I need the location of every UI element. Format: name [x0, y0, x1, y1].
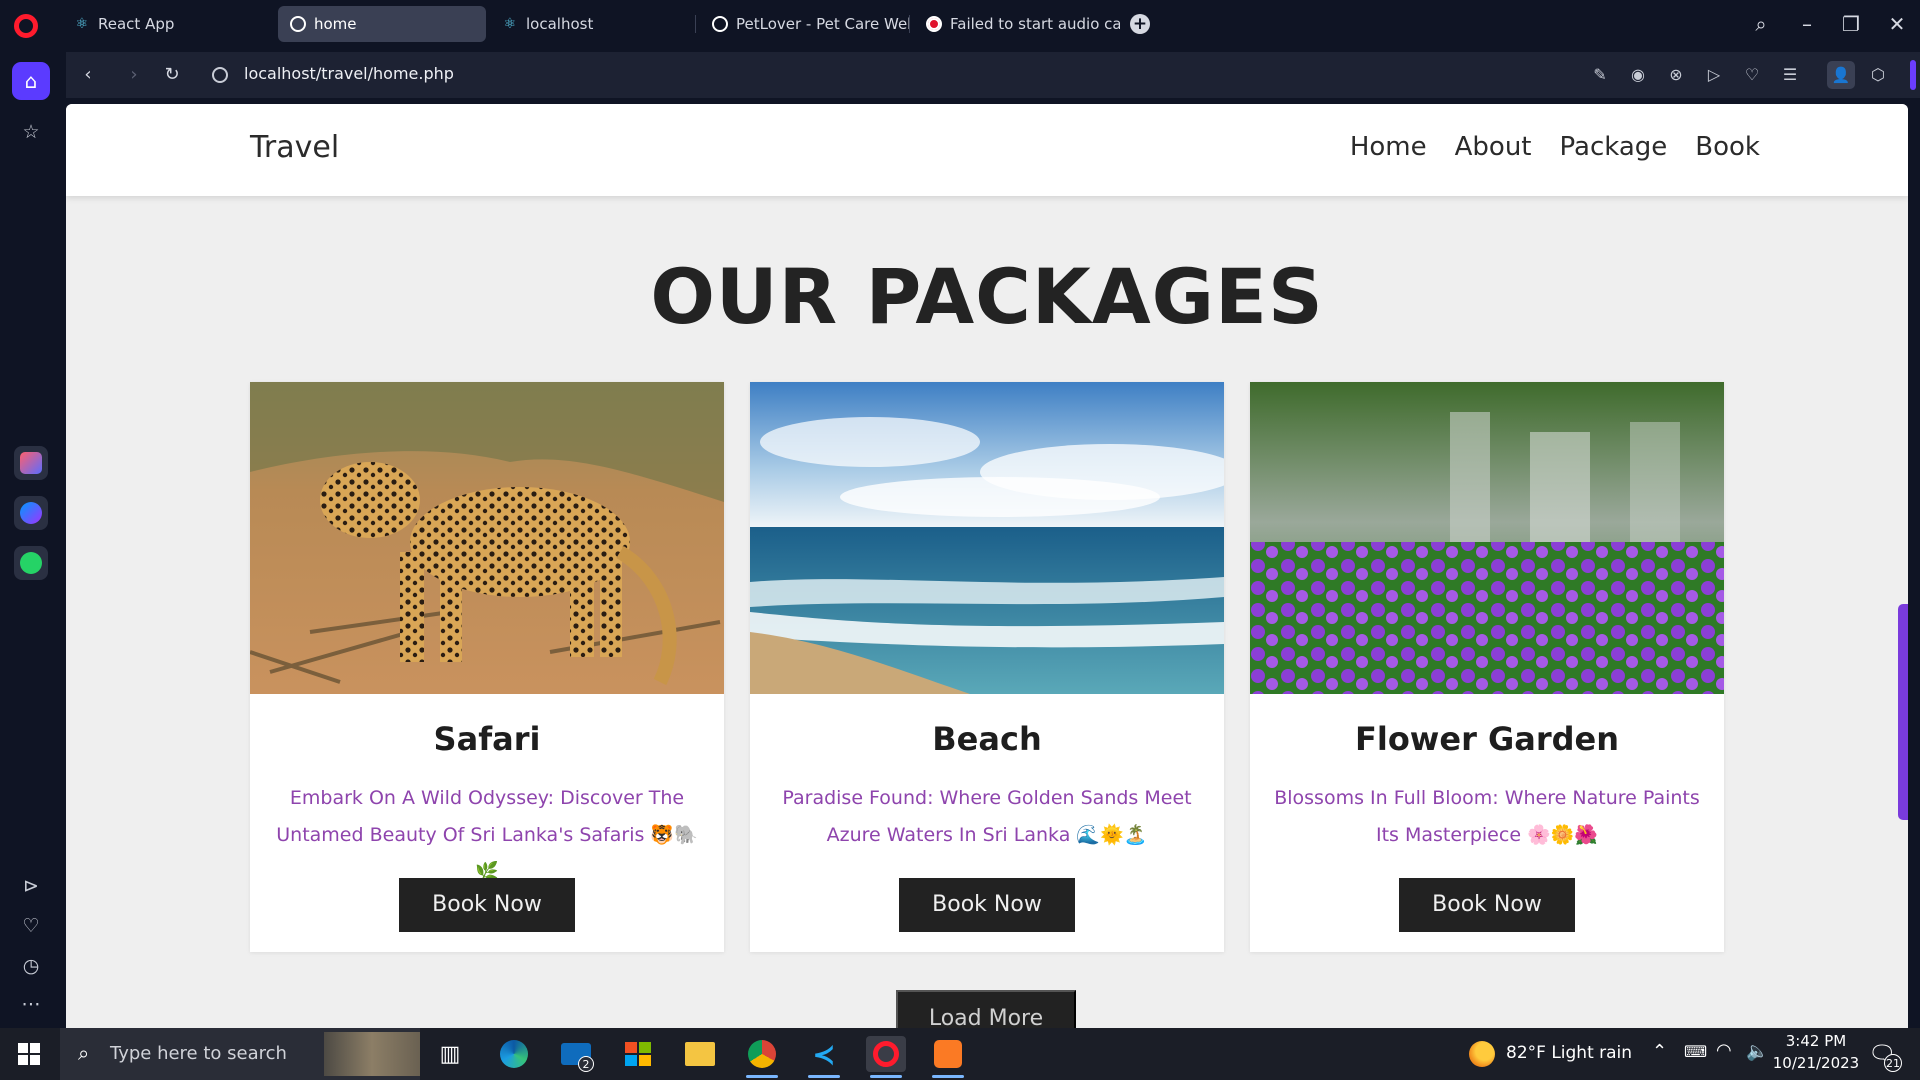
- tab-react-app[interactable]: ⚛ React App: [62, 6, 274, 42]
- clock-time[interactable]: 3:42 PM: [1784, 1032, 1848, 1050]
- package-description: Blossoms In Full Bloom: Where Nature Pai…: [1274, 787, 1700, 846]
- windows-taskbar: ⌕ Type here to search ▥ 2 ≺ 82°F Light r…: [0, 1028, 1920, 1080]
- mail-icon[interactable]: 2: [556, 1036, 596, 1072]
- profile-icon[interactable]: 👤: [1827, 61, 1855, 89]
- notification-icon[interactable]: 🗨 21: [1862, 1036, 1902, 1072]
- package-description: Embark On A Wild Odyssey: Discover The U…: [276, 787, 698, 883]
- book-now-button[interactable]: Book Now: [1399, 878, 1575, 932]
- heart-icon[interactable]: ♡: [1740, 63, 1764, 87]
- edit-icon[interactable]: ✎: [1588, 63, 1612, 87]
- book-now-button[interactable]: Book Now: [899, 878, 1075, 932]
- tab-audio-capture[interactable]: Failed to start audio captu: [914, 6, 1120, 42]
- web-page: Travel Home About Package Book OUR PACKA…: [66, 104, 1908, 1028]
- globe-icon: [290, 16, 306, 32]
- mail-badge: 2: [578, 1056, 594, 1072]
- messenger-app-icon[interactable]: [14, 496, 48, 530]
- flowers-photo: [1250, 382, 1724, 694]
- send-icon[interactable]: ▷: [1702, 63, 1726, 87]
- volume-icon[interactable]: 🔈: [1746, 1041, 1768, 1062]
- search-highlight-image: [324, 1032, 420, 1076]
- nav-package[interactable]: Package: [1560, 132, 1668, 162]
- weather-text[interactable]: 82°F Light rain: [1506, 1043, 1632, 1063]
- package-card-flower-garden: Flower Garden Blossoms In Full Bloom: Wh…: [1250, 382, 1724, 952]
- favorites-icon[interactable]: ♡: [15, 910, 47, 942]
- search-icon: ⌕: [78, 1041, 90, 1065]
- address-bar: ‹ › ↻ localhost/travel/home.php ✎ ◉ ⊗ ▷ …: [66, 52, 1920, 98]
- close-window-button[interactable]: ✕: [1883, 10, 1911, 38]
- edge-icon[interactable]: [494, 1036, 534, 1072]
- site-nav: Home About Package Book: [1350, 132, 1760, 162]
- globe-icon: [712, 16, 728, 32]
- store-icon[interactable]: [618, 1036, 658, 1072]
- book-now-button[interactable]: Book Now: [399, 878, 575, 932]
- tab-localhost[interactable]: ⚛ localhost: [490, 6, 696, 42]
- tab-label: React App: [98, 15, 175, 33]
- notification-count: 21: [1884, 1054, 1902, 1072]
- weather-icon[interactable]: [1462, 1036, 1502, 1072]
- new-tab-button[interactable]: +: [1130, 14, 1150, 34]
- search-placeholder: Type here to search: [110, 1043, 287, 1064]
- scrollbar-thumb[interactable]: [1898, 604, 1908, 820]
- package-card-beach: Beach Paradise Found: Where Golden Sands…: [750, 382, 1224, 952]
- file-explorer-icon[interactable]: [680, 1036, 720, 1072]
- tab-home[interactable]: home: [278, 6, 486, 42]
- history-icon[interactable]: ◷: [15, 950, 47, 982]
- load-more-button[interactable]: Load More: [896, 990, 1076, 1028]
- package-card-safari: Safari Embark On A Wild Odyssey: Discove…: [250, 382, 724, 952]
- chrome-icon[interactable]: [742, 1036, 782, 1078]
- clock-date[interactable]: 10/21/2023: [1772, 1054, 1860, 1072]
- windows-start-icon[interactable]: [18, 1043, 40, 1065]
- react-icon: ⚛: [75, 16, 89, 32]
- package-title: Beach: [932, 720, 1042, 758]
- opera-logo-icon[interactable]: [14, 14, 38, 38]
- taskbar-search[interactable]: ⌕ Type here to search: [60, 1028, 420, 1080]
- record-icon: [926, 16, 942, 32]
- adblock-icon[interactable]: ⊗: [1664, 63, 1688, 87]
- tray-chevron-icon[interactable]: ⌃: [1652, 1041, 1667, 1062]
- tab-label: PetLover - Pet Care Websi: [736, 15, 910, 33]
- forward-button[interactable]: ›: [120, 61, 148, 89]
- browser-sidebar: ⌂ ☆ ⊳ ♡ ◷ ⋯: [0, 48, 62, 1028]
- star-icon[interactable]: ☆: [15, 116, 47, 148]
- package-title: Safari: [433, 720, 541, 758]
- tab-label: Failed to start audio captu: [950, 15, 1120, 33]
- opera-taskbar-icon[interactable]: [866, 1036, 906, 1078]
- vscode-icon[interactable]: ≺: [804, 1036, 844, 1078]
- tab-label: localhost: [526, 15, 594, 33]
- player-icon[interactable]: ⊳: [15, 870, 47, 902]
- url-field[interactable]: localhost/travel/home.php: [244, 64, 454, 83]
- beach-photo: [750, 382, 1224, 694]
- tab-label: home: [314, 15, 357, 33]
- browser-tab-strip: ⚛ React App home ⚛ localhost PetLover - …: [0, 0, 1920, 48]
- search-tabs-icon[interactable]: ⌕: [1747, 10, 1775, 38]
- whatsapp-app-icon[interactable]: [14, 546, 48, 580]
- nav-home[interactable]: Home: [1350, 132, 1427, 162]
- nav-book[interactable]: Book: [1695, 132, 1760, 162]
- camera-icon[interactable]: ◉: [1626, 63, 1650, 87]
- back-button[interactable]: ‹: [74, 61, 102, 89]
- wifi-icon[interactable]: ◠: [1716, 1040, 1732, 1061]
- package-description: Paradise Found: Where Golden Sands Meet …: [782, 787, 1192, 846]
- leopard-photo: [250, 382, 724, 694]
- site-header: Travel Home About Package Book: [66, 104, 1908, 196]
- keyboard-icon[interactable]: ⌨: [1684, 1042, 1707, 1061]
- package-title: Flower Garden: [1354, 720, 1620, 758]
- easy-setup-icon[interactable]: ☰: [1778, 63, 1802, 87]
- site-logo[interactable]: Travel: [250, 130, 339, 165]
- site-info-icon[interactable]: [212, 67, 228, 83]
- section-title: OUR PACKAGES: [650, 252, 1324, 341]
- tab-petlover[interactable]: PetLover - Pet Care Websi: [700, 6, 910, 42]
- react-icon: ⚛: [503, 16, 517, 32]
- reload-button[interactable]: ↻: [158, 61, 186, 89]
- restore-button[interactable]: ❐: [1837, 10, 1865, 38]
- task-view-icon[interactable]: ▥: [430, 1036, 470, 1072]
- home-icon[interactable]: ⌂: [12, 62, 50, 100]
- xampp-icon[interactable]: [928, 1036, 968, 1078]
- aria-app-icon[interactable]: [14, 446, 48, 480]
- sidebar-accent: [1910, 60, 1916, 90]
- nav-about[interactable]: About: [1455, 132, 1532, 162]
- extensions-icon[interactable]: ⬡: [1866, 63, 1890, 87]
- more-icon[interactable]: ⋯: [15, 988, 47, 1020]
- minimize-button[interactable]: –: [1793, 10, 1821, 38]
